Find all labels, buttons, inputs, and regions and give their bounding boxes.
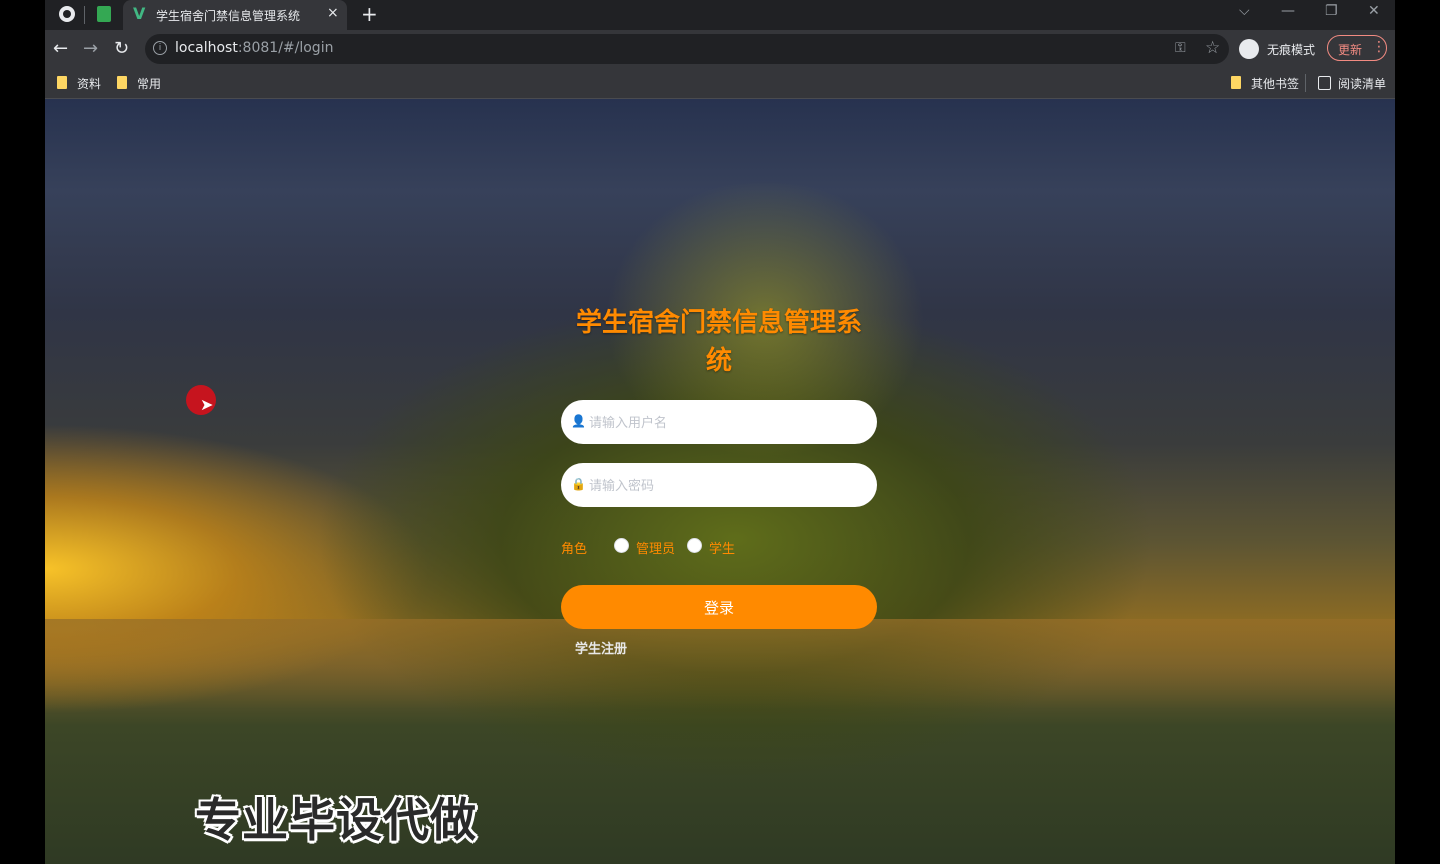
update-button[interactable]: 更新 ⋮ bbox=[1327, 35, 1387, 61]
address-bar[interactable]: i localhost:8081/#/login ⚿ ☆ bbox=[145, 34, 1229, 64]
lock-icon: 🔒 bbox=[571, 477, 586, 491]
minimize-button[interactable]: — bbox=[1281, 3, 1295, 19]
role-radio-student[interactable] bbox=[687, 538, 702, 553]
tab-strip: V 学生宿舍门禁信息管理系统 × + ⌵ — ❐ ✕ bbox=[45, 0, 1395, 30]
folder-icon bbox=[57, 76, 67, 89]
student-register-link[interactable]: 学生注册 bbox=[575, 638, 627, 657]
bookmarks-bar: 资料 常用 其他书签 阅读清单 bbox=[45, 68, 1395, 99]
login-title: 学生宿舍门禁信息管理系统 bbox=[575, 308, 862, 376]
password-input[interactable] bbox=[587, 473, 861, 499]
folder-icon bbox=[1231, 76, 1241, 89]
active-tab[interactable]: V 学生宿舍门禁信息管理系统 × bbox=[123, 0, 347, 30]
browser-window: V 学生宿舍门禁信息管理系统 × + ⌵ — ❐ ✕ ← → ↻ i local… bbox=[45, 0, 1395, 864]
role-selector: 角色 管理员 学生 bbox=[561, 536, 881, 557]
browser-toolbar: ← → ↻ i localhost:8081/#/login ⚿ ☆ 无痕模式 … bbox=[45, 30, 1395, 68]
update-label: 更新 bbox=[1338, 43, 1363, 57]
bookmarks-divider bbox=[1305, 74, 1306, 92]
tab-close-icon[interactable]: × bbox=[327, 5, 339, 21]
login-page: ➤ 学生宿舍门禁信息管理系统 👤 🔒 角色 管理员 学生 登录 学生注册 专业毕… bbox=[45, 99, 1395, 864]
username-field[interactable]: 👤 bbox=[561, 400, 877, 444]
back-button[interactable]: ← bbox=[53, 38, 68, 59]
other-bookmarks[interactable]: 其他书签 bbox=[1231, 75, 1301, 91]
info-icon[interactable]: i bbox=[153, 41, 167, 55]
incognito-icon[interactable] bbox=[1239, 39, 1259, 59]
tab-divider bbox=[84, 6, 85, 24]
bookmark-star-icon[interactable]: ☆ bbox=[1205, 38, 1220, 58]
incognito-label[interactable]: 无痕模式 bbox=[1267, 41, 1315, 58]
watermark-text: 专业毕设代做 bbox=[195, 793, 477, 847]
role-label: 角色 bbox=[561, 542, 588, 557]
bookmark-folder-ziliao[interactable]: 资料 bbox=[57, 75, 107, 91]
mouse-cursor-icon: ➤ bbox=[200, 395, 214, 414]
background-field bbox=[45, 619, 1395, 709]
forward-button[interactable]: → bbox=[83, 38, 98, 59]
other-bookmarks-label: 其他书签 bbox=[1251, 77, 1300, 91]
key-icon[interactable]: ⚿ bbox=[1175, 40, 1186, 56]
globe-icon[interactable] bbox=[59, 6, 75, 22]
reading-list-icon bbox=[1318, 76, 1331, 90]
new-tab-button[interactable]: + bbox=[361, 2, 378, 26]
tab-title: 学生宿舍门禁信息管理系统 bbox=[156, 9, 301, 23]
bookmark-label: 常用 bbox=[137, 77, 162, 91]
user-icon: 👤 bbox=[571, 414, 586, 428]
vue-logo-icon: V bbox=[133, 4, 146, 23]
username-input[interactable] bbox=[587, 410, 861, 436]
reload-button[interactable]: ↻ bbox=[114, 38, 129, 59]
url-text[interactable]: localhost:8081/#/login bbox=[175, 40, 333, 56]
login-button[interactable]: 登录 bbox=[561, 585, 877, 629]
app-tab-icon[interactable] bbox=[97, 6, 111, 22]
login-button-label: 登录 bbox=[703, 600, 734, 617]
bookmark-label: 资料 bbox=[77, 77, 102, 91]
reading-list[interactable]: 阅读清单 bbox=[1318, 75, 1390, 91]
role-option-student[interactable]: 学生 bbox=[709, 538, 735, 557]
reading-list-label: 阅读清单 bbox=[1338, 77, 1387, 91]
role-radio-admin[interactable] bbox=[614, 538, 629, 553]
role-option-admin[interactable]: 管理员 bbox=[636, 538, 675, 557]
more-menu-icon[interactable]: ⋮ bbox=[1372, 39, 1386, 55]
bookmark-folder-changyong[interactable]: 常用 bbox=[117, 75, 167, 91]
folder-icon bbox=[117, 76, 127, 89]
restore-button[interactable]: ❐ bbox=[1325, 3, 1338, 19]
password-field[interactable]: 🔒 bbox=[561, 463, 877, 507]
window-close-button[interactable]: ✕ bbox=[1368, 3, 1380, 19]
tab-search-icon[interactable]: ⌵ bbox=[1239, 3, 1250, 19]
